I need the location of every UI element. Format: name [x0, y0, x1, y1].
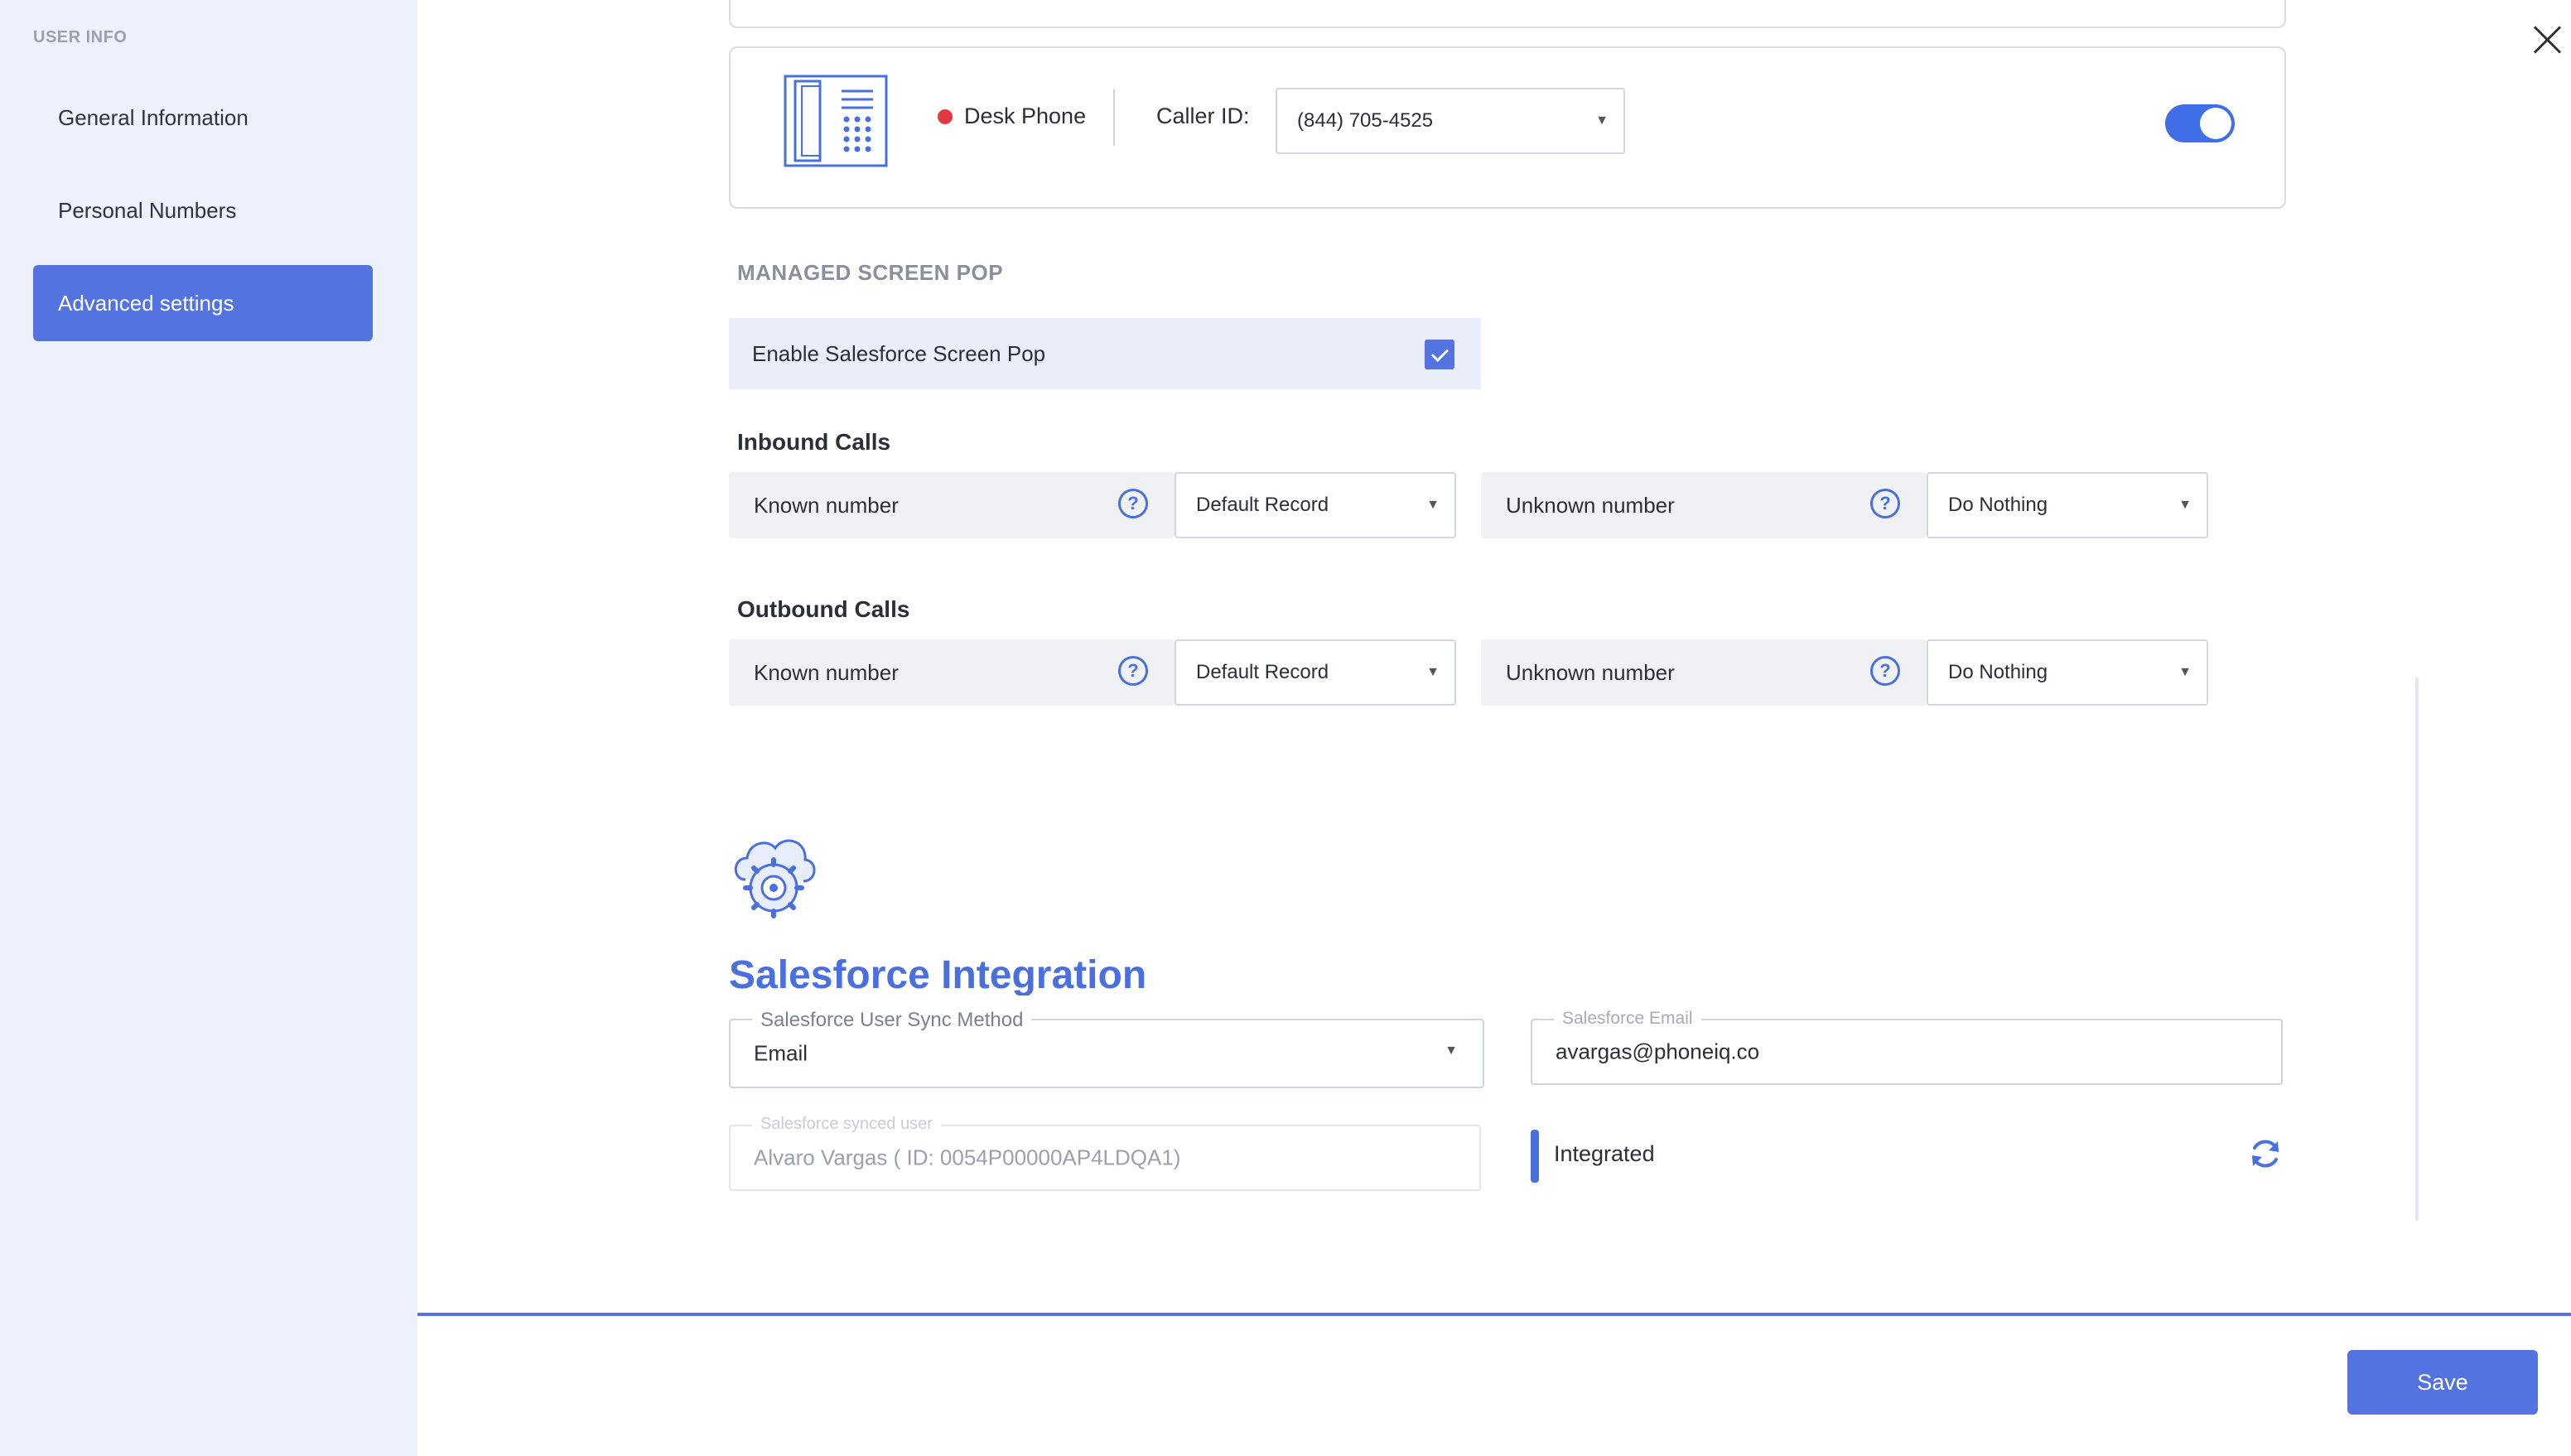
sync-method-value: Email	[754, 1040, 808, 1066]
salesforce-email-label: Salesforce Email	[1554, 1009, 1701, 1029]
chevron-down-icon: ▼	[1595, 113, 1609, 128]
integration-status: Integrated	[1554, 1141, 1655, 1166]
divider	[1113, 89, 1115, 146]
inbound-unknown-number-select[interactable]: Do Nothing ▼	[1927, 472, 2208, 538]
enable-screen-pop-label: Enable Salesforce Screen Pop	[752, 340, 1046, 366]
inbound-known-number-select[interactable]: Default Record ▼	[1175, 472, 1456, 538]
sidebar-section-label: USER INFO	[33, 28, 128, 46]
outbound-calls-heading: Outbound Calls	[737, 596, 910, 622]
inbound-unknown-value: Do Nothing	[1948, 494, 2048, 516]
salesforce-integration-title: Salesforce Integration	[729, 953, 1147, 996]
outbound-known-label-text: Known number	[754, 659, 899, 685]
inbound-unknown-number-label: Unknown number	[1481, 472, 1927, 538]
save-button[interactable]: Save	[2347, 1350, 2538, 1415]
synced-user-label: Salesforce synced user	[752, 1115, 941, 1134]
outbound-unknown-value: Do Nothing	[1948, 661, 2048, 683]
inbound-unknown-label-text: Unknown number	[1506, 492, 1675, 518]
sidebar-item-general-information[interactable]: General Information	[33, 80, 373, 156]
inbound-known-label-text: Known number	[754, 492, 899, 518]
inbound-known-number-label: Known number	[729, 472, 1175, 538]
integration-status-bar	[1531, 1130, 1539, 1183]
outbound-known-number-label: Known number	[729, 639, 1175, 706]
salesforce-email-value: avargas@phoneiq.co	[1556, 1039, 1760, 1064]
salesforce-sync-method-select[interactable]: Salesforce User Sync Method Email ▼	[729, 1009, 1484, 1088]
close-icon[interactable]	[2530, 22, 2566, 58]
sidebar: USER INFO General Information Personal N…	[0, 0, 417, 1456]
inbound-calls-heading: Inbound Calls	[737, 429, 891, 455]
screen-pop-heading: MANAGED SCREEN POP	[737, 260, 1004, 285]
outbound-unknown-label-text: Unknown number	[1506, 659, 1675, 685]
outbound-unknown-number-label: Unknown number	[1481, 639, 1927, 706]
help-icon[interactable]: ?	[1870, 656, 1900, 686]
caller-id-value: (844) 705-4525	[1297, 109, 1434, 132]
device-enabled-toggle[interactable]	[2165, 104, 2235, 142]
enable-screen-pop-row: Enable Salesforce Screen Pop	[729, 318, 1481, 389]
outbound-unknown-number-select[interactable]: Do Nothing ▼	[1927, 639, 2208, 706]
chevron-down-icon: ▼	[1445, 1044, 1458, 1058]
salesforce-email-field[interactable]: Salesforce Email avargas@phoneiq.co	[1531, 1009, 2283, 1085]
help-icon[interactable]: ?	[1870, 489, 1900, 518]
enable-screen-pop-checkbox[interactable]	[1425, 340, 1454, 369]
desk-phone-icon	[784, 75, 888, 167]
help-icon[interactable]: ?	[1118, 656, 1148, 686]
previous-device-card	[729, 0, 2286, 28]
scrollbar[interactable]	[2415, 677, 2419, 1221]
footer-divider	[417, 1313, 2571, 1316]
salesforce-synced-user-field: Salesforce synced user Alvaro Vargas ( I…	[729, 1115, 1481, 1191]
synced-user-value: Alvaro Vargas ( ID: 0054P00000AP4LDQA1)	[754, 1145, 1181, 1170]
device-status-dot	[938, 109, 953, 124]
refresh-icon[interactable]	[2248, 1136, 2283, 1171]
sidebar-item-advanced-settings[interactable]: Advanced settings	[33, 265, 373, 341]
caller-id-label: Caller ID:	[1156, 104, 1250, 128]
help-icon[interactable]: ?	[1118, 489, 1148, 518]
chevron-down-icon: ▼	[1426, 665, 1440, 679]
toggle-knob	[2200, 108, 2231, 139]
outbound-known-number-select[interactable]: Default Record ▼	[1175, 639, 1456, 706]
device-name: Desk Phone	[964, 104, 1087, 128]
chevron-down-icon: ▼	[1426, 498, 1440, 512]
caller-id-select[interactable]: (844) 705-4525 ▼	[1276, 88, 1625, 154]
outbound-known-value: Default Record	[1196, 661, 1329, 683]
inbound-known-value: Default Record	[1196, 494, 1329, 516]
cloud-gear-icon	[734, 839, 816, 918]
chevron-down-icon: ▼	[2178, 498, 2192, 512]
chevron-down-icon: ▼	[2178, 665, 2192, 679]
sidebar-item-personal-numbers[interactable]: Personal Numbers	[33, 172, 373, 248]
sync-method-label: Salesforce User Sync Method	[752, 1009, 1032, 1032]
